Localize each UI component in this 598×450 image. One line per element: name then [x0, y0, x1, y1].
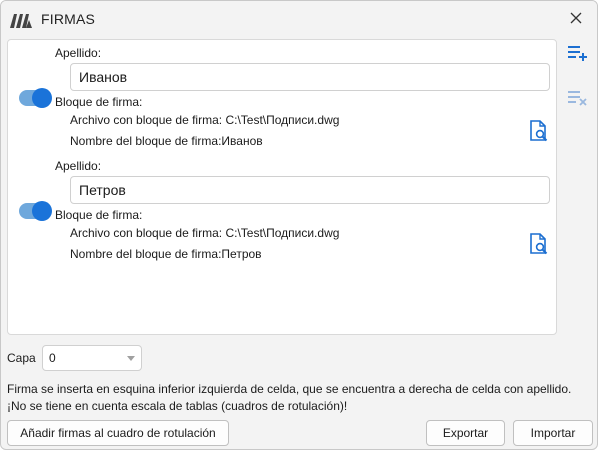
signatures-list: Apellido: Bloque de firma: Archivo con b…: [7, 39, 557, 335]
file-line: Archivo con bloque de firma: C:\Test\Под…: [70, 226, 340, 240]
file-search-icon: [528, 233, 550, 259]
firmas-dialog: FIRMAS Apellido: Bloque de firma: Archiv…: [0, 0, 598, 450]
list-remove-icon: [567, 90, 589, 109]
block-name-line: Nombre del bloque de firma:Иванов: [70, 134, 263, 148]
block-name: Петров: [221, 247, 262, 261]
file-search-icon: [528, 120, 550, 146]
add-signature-button[interactable]: [566, 43, 590, 65]
layer-label: Capa: [7, 351, 36, 365]
export-button[interactable]: Exportar: [426, 420, 505, 446]
file-path: C:\Test\Подписи.dwg: [225, 226, 340, 240]
surname-input[interactable]: [70, 176, 550, 204]
layer-select[interactable]: 0: [42, 345, 142, 371]
close-button[interactable]: [567, 10, 585, 28]
info-note: Firma se inserta en esquina inferior izq…: [7, 382, 572, 413]
app-logo-icon: [9, 11, 33, 29]
layer-value: 0: [49, 351, 56, 365]
add-to-title-block-button[interactable]: Añadir firmas al cuadro de rotulación: [7, 420, 229, 446]
file-line: Archivo con bloque de firma: C:\Test\Под…: [70, 113, 340, 127]
window-title: FIRMAS: [41, 11, 96, 27]
signature-entry: Apellido: Bloque de firma: Archivo con b…: [8, 153, 558, 265]
surname-label: Apellido:: [55, 159, 102, 173]
file-path: C:\Test\Подписи.dwg: [225, 113, 340, 127]
preview-block-button[interactable]: [528, 232, 550, 256]
preview-block-button[interactable]: [528, 119, 550, 143]
surname-label: Apellido:: [55, 46, 102, 60]
list-add-icon: [567, 45, 589, 64]
remove-signature-button[interactable]: [566, 88, 590, 110]
block-label: Bloque de firma:: [55, 208, 143, 222]
block-label: Bloque de firma:: [55, 95, 143, 109]
surname-input[interactable]: [70, 63, 550, 91]
import-button[interactable]: Importar: [513, 420, 593, 446]
chevron-down-icon: [127, 356, 135, 361]
block-name-line: Nombre del bloque de firma:Петров: [70, 247, 262, 261]
list-tools: [566, 43, 594, 133]
signature-toggle[interactable]: [19, 201, 52, 221]
signature-entry: Apellido: Bloque de firma: Archivo con b…: [8, 40, 558, 152]
title-bar: FIRMAS: [1, 1, 597, 37]
close-icon: [570, 12, 582, 27]
signature-toggle[interactable]: [19, 88, 52, 108]
block-name: Иванов: [221, 134, 263, 148]
